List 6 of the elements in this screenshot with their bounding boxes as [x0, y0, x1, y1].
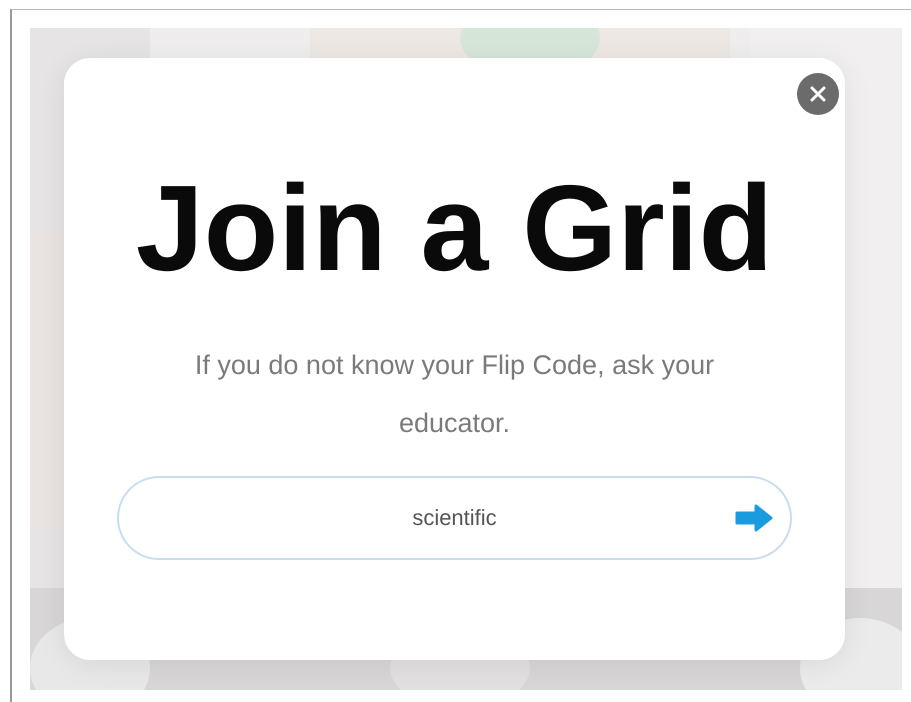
instruction-text: If you do not know your Flip Code, ask your educator.	[194, 349, 716, 440]
dialog-title: Join a Grid	[134, 159, 774, 298]
close-button[interactable]	[797, 73, 839, 115]
arrow-icon	[734, 503, 774, 533]
close-icon	[810, 86, 826, 102]
code-field[interactable]: scientific	[117, 476, 792, 560]
